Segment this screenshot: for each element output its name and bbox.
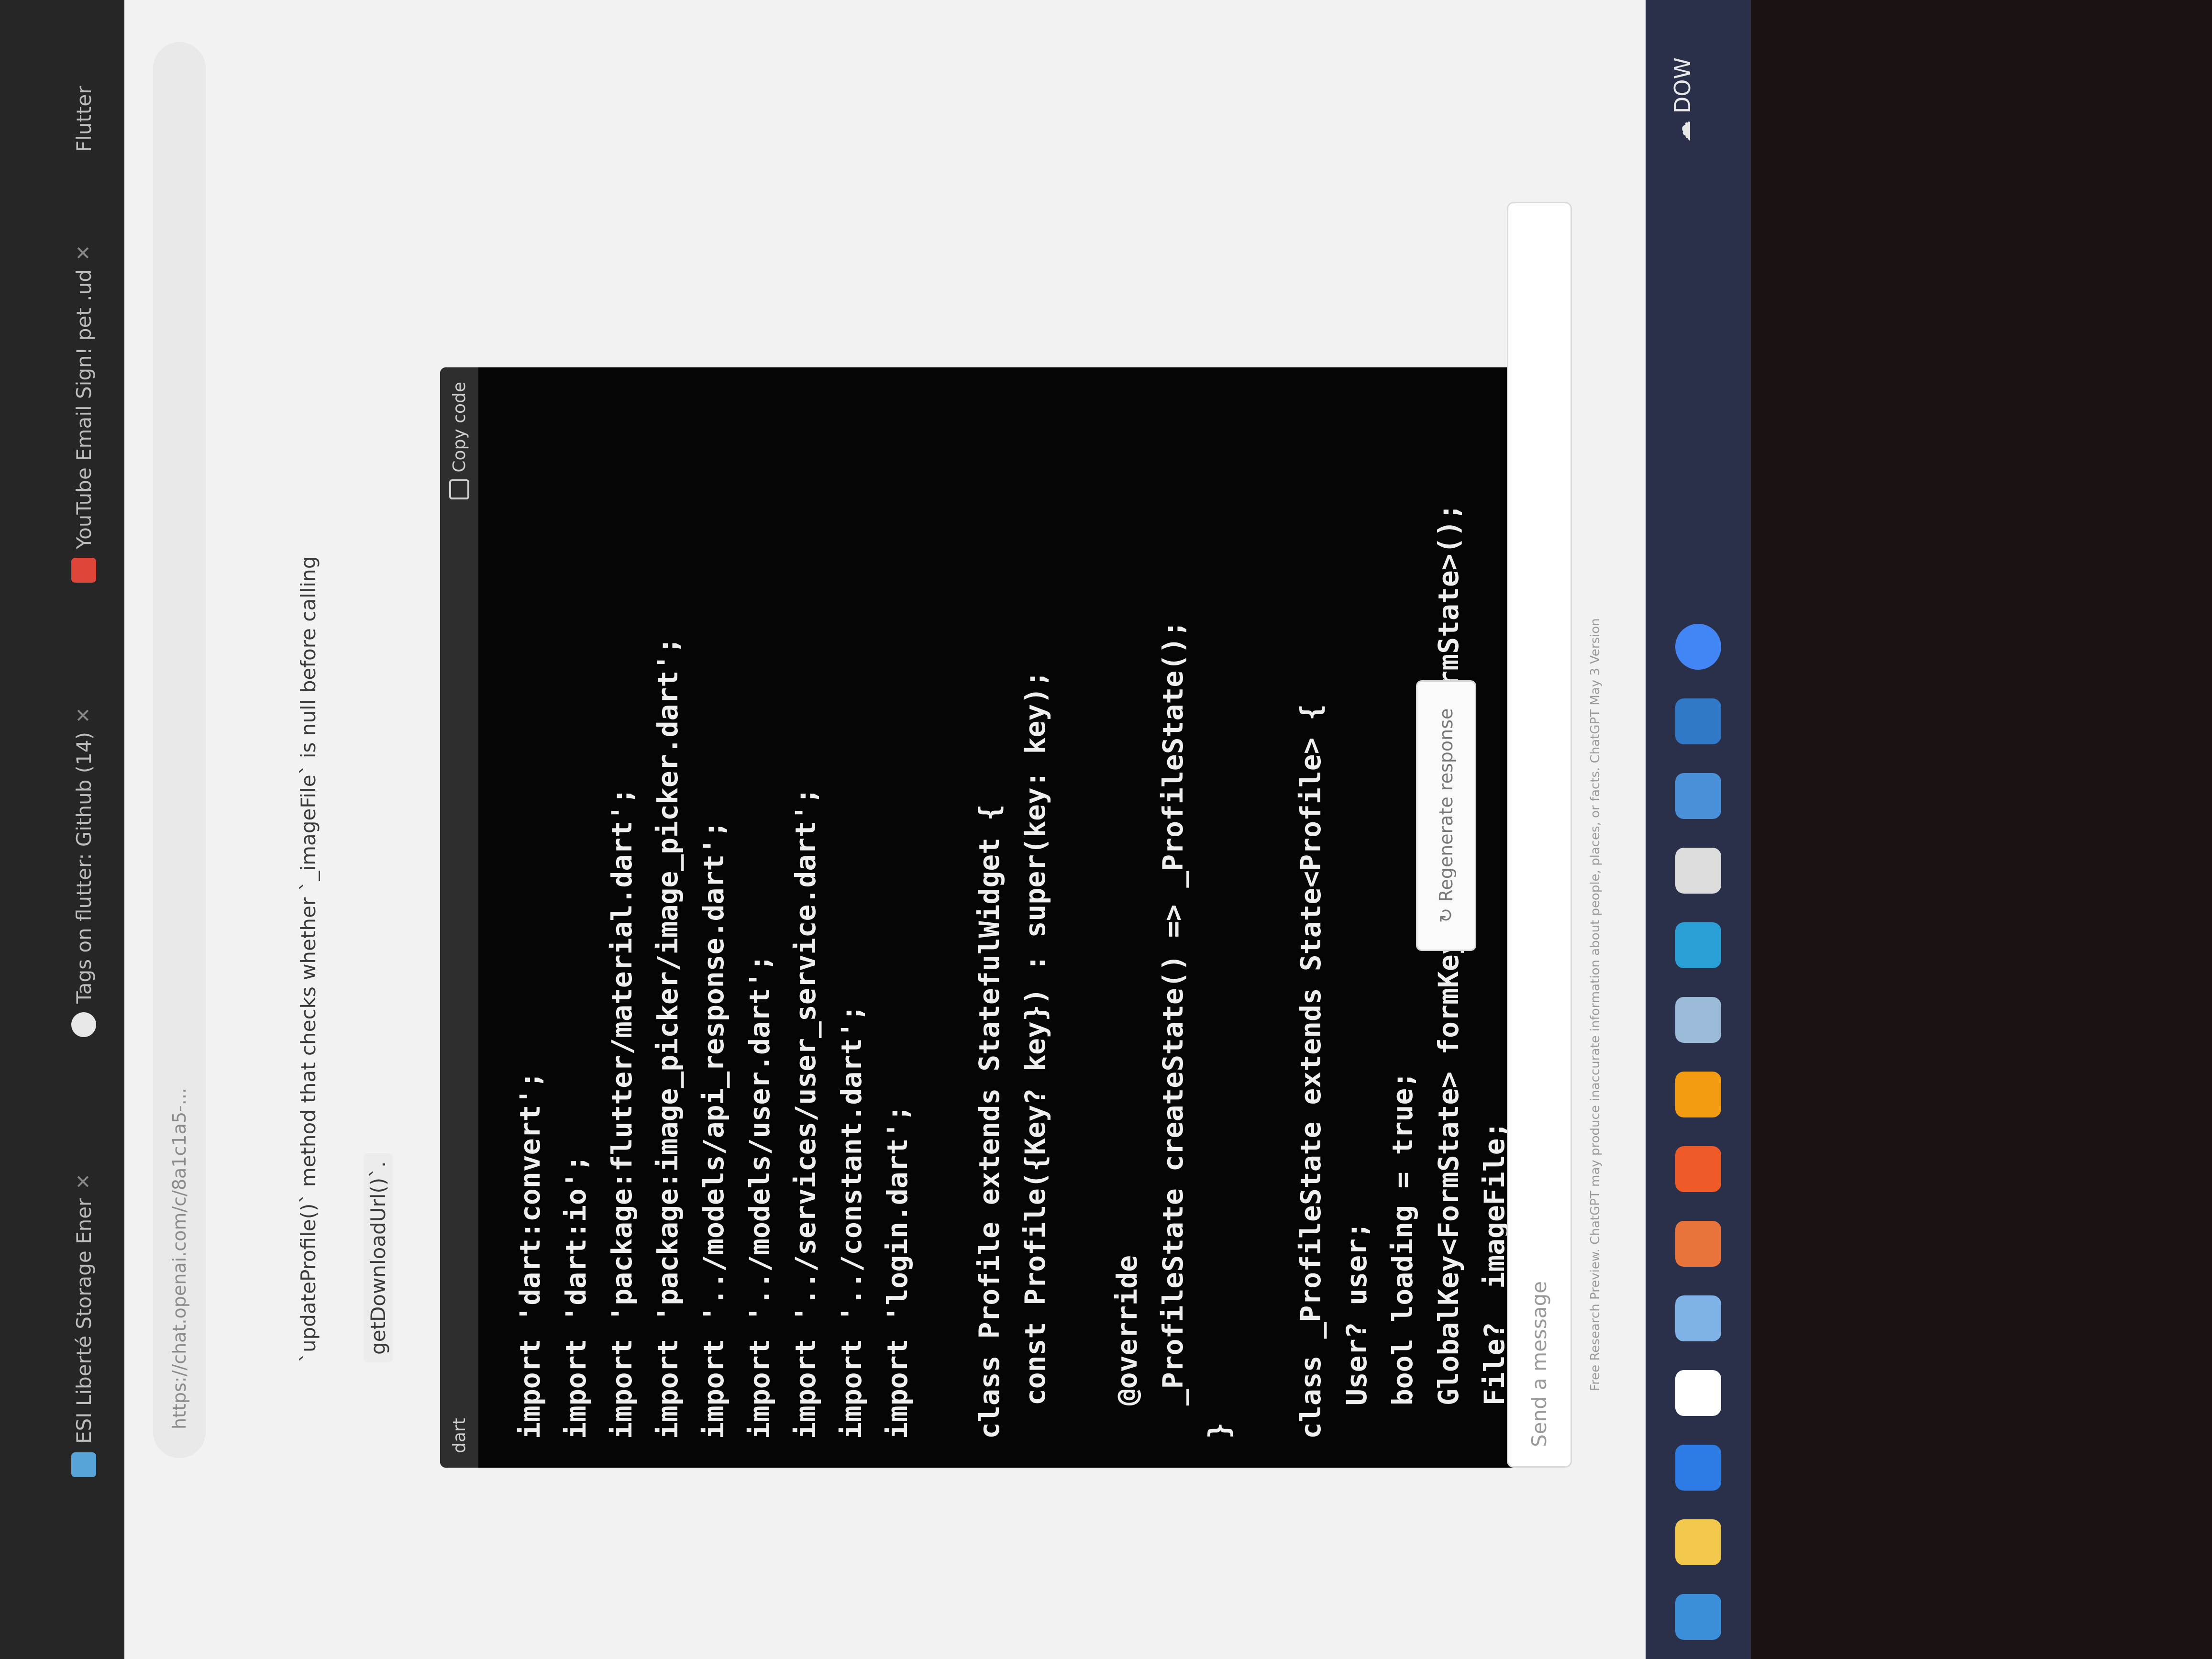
code-line: const Profile({Key? key}) : super(key: k… [1019,670,1051,1439]
regenerate-response-button[interactable]: ↻ Regenerate response [1416,680,1476,951]
code-block: dart Copy code import 'dart:convert'; imp… [440,367,1521,1468]
app-icon[interactable] [1675,922,1721,968]
address-bar[interactable]: https://chat.openai.com/c/8a1c1a5-... [153,42,206,1458]
code-line: import 'dart:convert'; [514,1071,546,1439]
github-icon [71,1012,96,1037]
code-line: import 'dart:io'; [560,1155,592,1439]
youtube-icon [71,558,96,583]
file-explorer-icon[interactable] [1675,1519,1721,1565]
code-line: import 'package:image_picker/image_picke… [652,637,684,1439]
tab-flutter[interactable]: Flutter [43,86,124,153]
store-icon[interactable] [1675,1370,1721,1416]
refresh-icon: ↻ [1436,902,1457,923]
office-icon[interactable] [1675,1146,1721,1192]
code-language: dart [449,1418,469,1453]
site-icon [71,1452,96,1477]
tab-github[interactable]: Tags on flutter: Github (14) ✕ [43,707,124,1037]
copy-code-button[interactable]: Copy code [449,382,469,499]
code-line: import 'login.dart'; [881,1105,914,1439]
close-icon[interactable]: ✕ [73,245,95,261]
weather-icon: ☁ [1670,113,1695,143]
tab-youtube[interactable]: YouTube Email Sign! pet .ud ✕ [43,245,124,583]
edge-icon[interactable] [1675,1594,1721,1640]
vlc-icon[interactable] [1675,1072,1721,1117]
code-line: class _ProfileState extends State<Profil… [1294,704,1327,1439]
code-line: class Profile extends StatefulWidget { [973,804,1006,1439]
code-line: import 'package:flutter/material.dart'; [606,787,638,1439]
code-line: } [1203,1422,1235,1439]
code-content: import 'dart:convert'; import 'dart:io'; i… [478,367,1521,1468]
mail-icon[interactable] [1675,1445,1721,1491]
copy-icon [449,479,469,499]
app-icon[interactable] [1675,773,1721,819]
message-input[interactable]: Send a message [1507,202,1572,1468]
inline-code: getDownloadUrl()`. [364,1153,393,1362]
code-line: import '../services/user_service.dart'; [789,787,822,1439]
taskbar [1646,0,1751,1659]
code-line: User? user; [1340,1222,1373,1439]
disclaimer-footer: Free Research Preview. ChatGPT may produ… [1588,618,1603,1391]
chrome-icon[interactable] [1675,624,1721,670]
app-icon[interactable] [1675,1295,1721,1341]
screen-bezel [1751,0,2212,1659]
tab-storage[interactable]: ESI Liberté Storage Ener ✕ [43,1173,124,1477]
code-line: import '../models/user.dart'; [743,954,776,1439]
firefox-icon[interactable] [1675,1221,1721,1267]
code-line: _ProfileState createState() => _ProfileS… [1157,620,1189,1439]
close-icon[interactable]: ✕ [73,1173,95,1190]
code-line: import '../constant.dart'; [835,1005,868,1439]
app-icon[interactable] [1675,997,1721,1043]
code-line: import '../models/api_response.dart'; [697,820,730,1439]
code-header: dart Copy code [440,367,478,1468]
response-text: `updateProfile()` method that checks whe… [297,556,320,1362]
system-tray: ☁ DOW [1670,57,1695,143]
code-line: @override [1111,1255,1143,1439]
vscode-icon[interactable] [1675,698,1721,744]
rotated-screen: ESI Liberté Storage Ener ✕ Tags on flutt… [0,0,2212,1659]
browser-tab-bar: ESI Liberté Storage Ener ✕ Tags on flutt… [0,0,144,1659]
close-icon[interactable]: ✕ [73,707,95,723]
app-icon[interactable] [1675,848,1721,894]
